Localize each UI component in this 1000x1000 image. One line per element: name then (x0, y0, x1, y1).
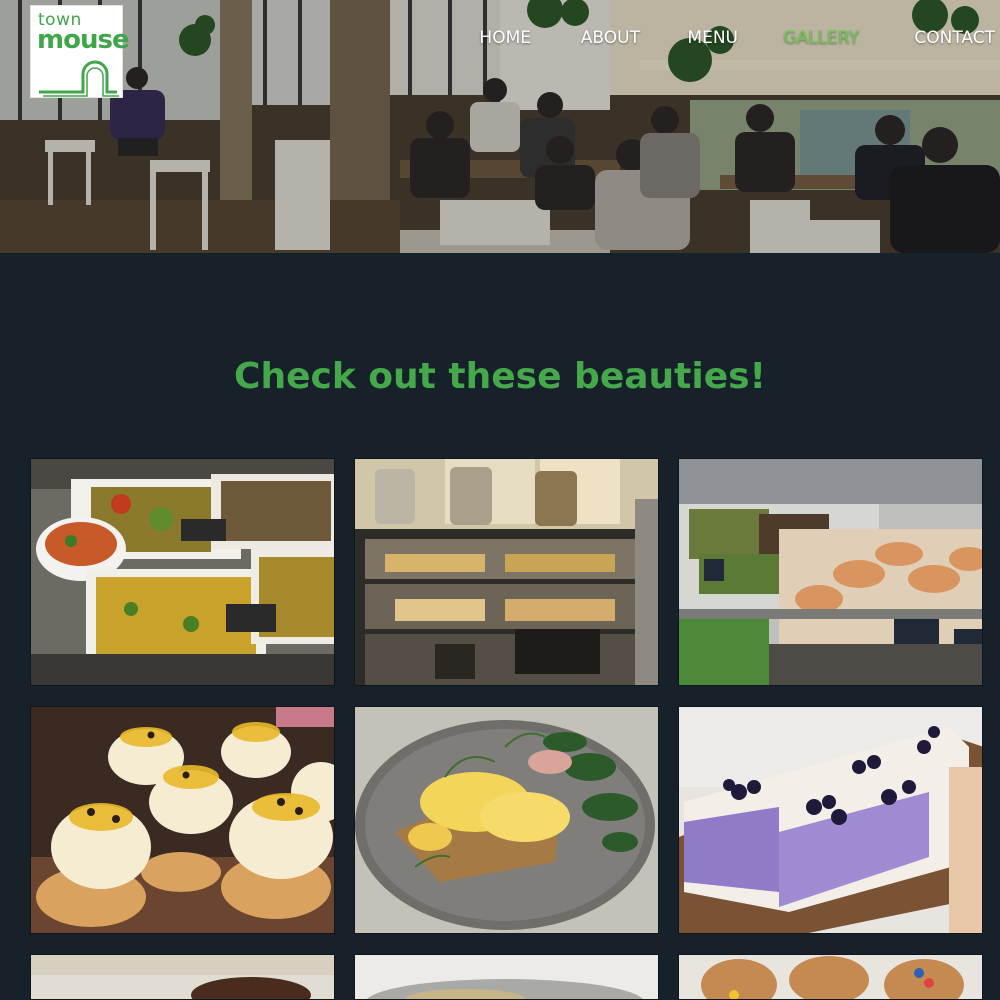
nav-gallery[interactable]: GALLERY (783, 28, 859, 48)
passionfruit-cupcakes-photo (31, 707, 334, 933)
gallery-photo-cake-cabinet[interactable] (354, 458, 659, 686)
gallery-photo-partial-2[interactable] (354, 954, 659, 1000)
gallery-photo-eggs-benedict[interactable] (354, 706, 659, 934)
gallery-photo-deli-counter[interactable] (678, 458, 983, 686)
gallery-heading: Check out these beauties! (234, 356, 766, 397)
gallery-photo-cupcakes[interactable] (30, 706, 335, 934)
gallery-photo-gingerbread[interactable] (678, 954, 983, 1000)
townmouse-logo[interactable]: town mouse (30, 5, 130, 98)
cake-display-cabinet-photo (355, 459, 658, 685)
photo-partial-2 (355, 955, 658, 999)
salad-bar-photo (31, 459, 334, 685)
eggs-benedict-photo (355, 707, 658, 933)
nav-about[interactable]: ABOUT (581, 28, 640, 48)
photo-partial-1 (31, 955, 334, 999)
gallery-photo-salad-bar[interactable] (30, 458, 335, 686)
nav-menu[interactable]: MENU (687, 28, 738, 48)
mouse-hole-logo-mark (39, 60, 119, 97)
logo-text-mouse: mouse (37, 25, 130, 55)
gallery-photo-partial-1[interactable] (30, 954, 335, 1000)
blueberry-slice-photo (679, 707, 982, 933)
gallery-photo-blueberry-slice[interactable] (678, 706, 983, 934)
hero-banner: town mouse HOME ABOUT MENU GALLERY CONTA… (0, 0, 1000, 253)
nav-contact[interactable]: CONTACT (914, 28, 995, 48)
gingerbread-biscuits-photo (679, 955, 982, 999)
deli-counter-photo (679, 459, 982, 685)
nav-home[interactable]: HOME (479, 28, 531, 48)
